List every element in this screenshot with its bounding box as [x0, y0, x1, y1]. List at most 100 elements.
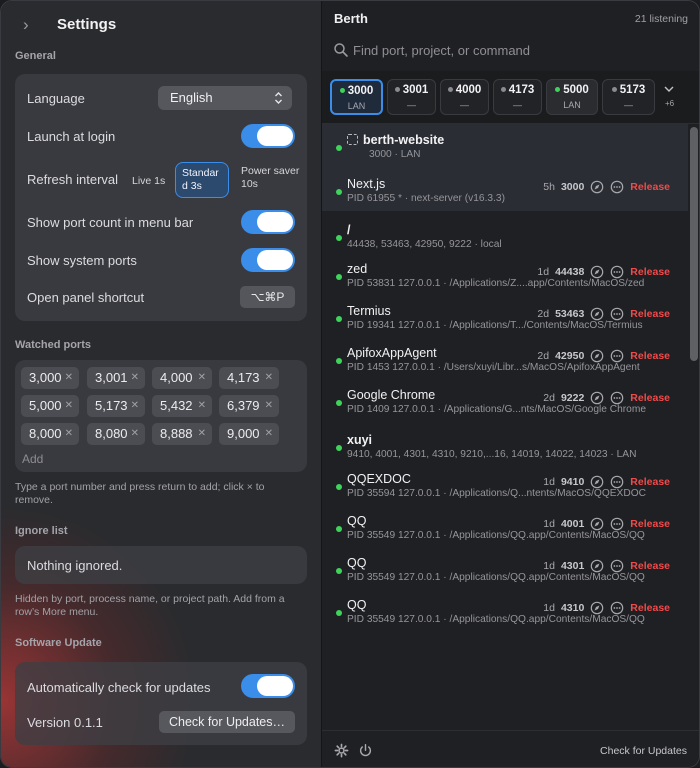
- check-updates-button[interactable]: Check for Updates…: [159, 711, 295, 733]
- remove-chip-icon[interactable]: ✕: [265, 367, 273, 389]
- more-icon[interactable]: [610, 391, 624, 405]
- shortcut-recorder[interactable]: ⌥⌘P: [240, 286, 295, 308]
- release-button[interactable]: Release: [630, 476, 670, 488]
- version-label: Version 0.1.1: [27, 715, 103, 730]
- remove-chip-icon[interactable]: ✕: [65, 367, 73, 389]
- scrollbar-thumb[interactable]: [690, 127, 698, 361]
- compass-icon[interactable]: [590, 601, 604, 615]
- remove-chip-icon[interactable]: ✕: [131, 367, 139, 389]
- release-button[interactable]: Release: [630, 518, 670, 530]
- remove-chip-icon[interactable]: ✕: [131, 423, 139, 445]
- refresh-option-live[interactable]: Live 1s: [132, 174, 165, 188]
- gear-icon[interactable]: [334, 743, 349, 758]
- remove-chip-icon[interactable]: ✕: [198, 423, 206, 445]
- more-icon[interactable]: [610, 475, 624, 489]
- search-input[interactable]: Find port, project, or command: [353, 43, 530, 58]
- release-button[interactable]: Release: [630, 602, 670, 614]
- row-actions: 1d 44438 Release: [537, 264, 670, 280]
- row-actions: 2d 53463 Release: [537, 306, 670, 322]
- process-row[interactable]: Next.js PID 61955 * · next-server (v16.3.…: [322, 168, 688, 211]
- toggle-knob: [257, 212, 293, 232]
- auto-update-label: Automatically check for updates: [27, 680, 211, 695]
- port-tab-5000[interactable]: 5000 LAN: [546, 79, 598, 115]
- process-row[interactable]: zed PID 53831 127.0.0.1 · /Applications/Z…: [322, 253, 688, 295]
- remove-chip-icon[interactable]: ✕: [265, 423, 273, 445]
- watched-port-chip: 8,888 ✕: [152, 423, 212, 445]
- project-header[interactable]: berth-website 3000 · LAN: [322, 124, 688, 168]
- remove-chip-icon[interactable]: ✕: [198, 367, 206, 389]
- watched-port-chip: 3,000 ✕: [21, 367, 79, 389]
- settings-panel: › Settings General Language English Laun…: [1, 1, 322, 767]
- process-row[interactable]: Google Chrome PID 1409 127.0.0.1 · /Appli…: [322, 379, 688, 421]
- remove-chip-icon[interactable]: ✕: [65, 423, 73, 445]
- release-button[interactable]: Release: [630, 308, 670, 320]
- active-dot-icon: [336, 610, 342, 616]
- row-port: 42950: [555, 350, 585, 362]
- more-icon[interactable]: [610, 517, 624, 531]
- more-icon[interactable]: [610, 349, 624, 363]
- group-header[interactable]: xuyi 9410, 4001, 4301, 4310, 9210,...16, …: [322, 421, 688, 463]
- row-name: QQEXDOC: [347, 472, 411, 486]
- release-button[interactable]: Release: [630, 392, 670, 404]
- release-button[interactable]: Release: [630, 181, 670, 193]
- power-icon[interactable]: [358, 743, 373, 758]
- process-row[interactable]: QQ PID 35549 127.0.0.1 · /Applications/QQ…: [322, 547, 688, 589]
- more-icon[interactable]: [610, 307, 624, 321]
- compass-icon[interactable]: [590, 180, 604, 194]
- remove-chip-icon[interactable]: ✕: [265, 395, 273, 417]
- port-count-toggle[interactable]: [241, 210, 295, 234]
- remove-chip-icon[interactable]: ✕: [198, 395, 206, 417]
- language-select[interactable]: English: [158, 86, 292, 110]
- row-port: 3000: [560, 181, 585, 193]
- chip-port-label: 5,432: [160, 398, 193, 413]
- compass-icon[interactable]: [590, 475, 604, 489]
- port-tab-3000[interactable]: 3000 LAN: [330, 79, 383, 115]
- row-actions: 1d 4001 Release: [543, 516, 670, 532]
- process-row[interactable]: ApifoxAppAgent PID 1453 127.0.0.1 · /User…: [322, 337, 688, 379]
- process-row[interactable]: QQ PID 35549 127.0.0.1 · /Applications/QQ…: [322, 589, 688, 631]
- group-header[interactable]: / 44438, 53463, 42950, 9222 · local: [322, 211, 688, 253]
- row-age: 5h: [543, 181, 555, 193]
- row-age: 1d: [543, 602, 555, 614]
- process-row[interactable]: Termius PID 19341 127.0.0.1 · /Applicatio…: [322, 295, 688, 337]
- toggle-knob: [257, 250, 293, 270]
- more-tabs-count[interactable]: +6: [665, 99, 674, 108]
- compass-icon[interactable]: [590, 559, 604, 573]
- release-button[interactable]: Release: [630, 560, 670, 572]
- compass-icon[interactable]: [590, 265, 604, 279]
- remove-chip-icon[interactable]: ✕: [131, 395, 139, 417]
- port-tab-4173[interactable]: 4173 —: [493, 79, 542, 115]
- compass-icon[interactable]: [590, 517, 604, 531]
- row-age: 2d: [543, 392, 555, 404]
- remove-chip-icon[interactable]: ✕: [65, 395, 73, 417]
- row-actions: 5h 3000 Release: [543, 179, 670, 195]
- compass-icon[interactable]: [590, 307, 604, 321]
- row-name-text: QQ: [347, 556, 367, 570]
- compass-icon[interactable]: [590, 349, 604, 363]
- chip-port-label: 9,000: [227, 426, 260, 441]
- port-tab-5173[interactable]: 5173 —: [602, 79, 655, 115]
- more-icon[interactable]: [610, 265, 624, 279]
- more-icon[interactable]: [610, 180, 624, 194]
- compass-icon[interactable]: [590, 391, 604, 405]
- footer-check-updates[interactable]: Check for Updates: [600, 745, 687, 757]
- process-row[interactable]: QQEXDOC PID 35594 127.0.0.1 · /Applicatio…: [322, 463, 688, 505]
- chevron-right-icon[interactable]: ›: [23, 15, 39, 35]
- launch-toggle[interactable]: [241, 124, 295, 148]
- auto-update-toggle[interactable]: [241, 674, 295, 698]
- process-row[interactable]: QQ PID 35549 127.0.0.1 · /Applications/QQ…: [322, 505, 688, 547]
- row-name: zed: [347, 262, 367, 276]
- refresh-option-power[interactable]: Power saver 10s: [241, 165, 301, 191]
- port-tab-4000[interactable]: 4000 —: [440, 79, 489, 115]
- port-tab-3001[interactable]: 3001 —: [387, 79, 436, 115]
- add-port-input[interactable]: Add: [22, 452, 43, 466]
- scrollbar[interactable]: [688, 127, 698, 621]
- system-ports-toggle[interactable]: [241, 248, 295, 272]
- refresh-option-standard[interactable]: Standard 3s: [175, 162, 229, 198]
- more-icon[interactable]: [610, 601, 624, 615]
- release-button[interactable]: Release: [630, 266, 670, 278]
- chevron-down-icon[interactable]: [664, 85, 674, 96]
- more-icon[interactable]: [610, 559, 624, 573]
- release-button[interactable]: Release: [630, 350, 670, 362]
- language-label: Language: [27, 91, 85, 106]
